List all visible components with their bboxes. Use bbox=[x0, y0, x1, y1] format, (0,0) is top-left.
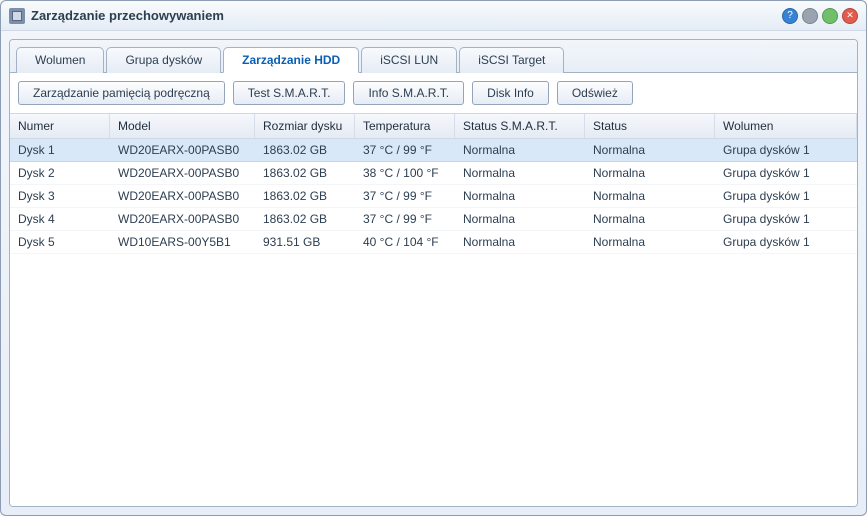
disk-table: Numer Model Rozmiar dysku Temperatura St… bbox=[10, 113, 857, 506]
cell-temp: 38 °C / 100 °F bbox=[355, 162, 455, 184]
table-header: Numer Model Rozmiar dysku Temperatura St… bbox=[10, 113, 857, 139]
cell-smart-status: Normalna bbox=[455, 208, 585, 230]
table-row[interactable]: Dysk 3WD20EARX-00PASB01863.02 GB37 °C / … bbox=[10, 185, 857, 208]
cell-number: Dysk 5 bbox=[10, 231, 110, 253]
cell-temp: 37 °C / 99 °F bbox=[355, 208, 455, 230]
titlebar: Zarządzanie przechowywaniem bbox=[1, 1, 866, 31]
table-row[interactable]: Dysk 5WD10EARS-00Y5B1931.51 GB40 °C / 10… bbox=[10, 231, 857, 254]
storage-manager-window: Zarządzanie przechowywaniem WolumenGrupa… bbox=[0, 0, 867, 516]
cell-number: Dysk 1 bbox=[10, 139, 110, 161]
cell-size: 1863.02 GB bbox=[255, 208, 355, 230]
smart-test-button[interactable]: Test S.M.A.R.T. bbox=[233, 81, 346, 105]
cell-smart-status: Normalna bbox=[455, 139, 585, 161]
cell-temp: 37 °C / 99 °F bbox=[355, 185, 455, 207]
cell-smart-status: Normalna bbox=[455, 162, 585, 184]
col-model[interactable]: Model bbox=[110, 114, 255, 138]
cell-volume: Grupa dysków 1 bbox=[715, 231, 857, 253]
cell-status: Normalna bbox=[585, 208, 715, 230]
cell-size: 1863.02 GB bbox=[255, 185, 355, 207]
col-size[interactable]: Rozmiar dysku bbox=[255, 114, 355, 138]
cell-smart-status: Normalna bbox=[455, 231, 585, 253]
cell-size: 1863.02 GB bbox=[255, 139, 355, 161]
cell-status: Normalna bbox=[585, 231, 715, 253]
tab-2[interactable]: Zarządzanie HDD bbox=[223, 47, 359, 73]
cell-model: WD20EARX-00PASB0 bbox=[110, 162, 255, 184]
cell-model: WD20EARX-00PASB0 bbox=[110, 208, 255, 230]
tabs-container: WolumenGrupa dyskówZarządzanie HDDiSCSI … bbox=[10, 40, 857, 73]
cell-number: Dysk 4 bbox=[10, 208, 110, 230]
tab-4[interactable]: iSCSI Target bbox=[459, 47, 564, 73]
cache-management-button[interactable]: Zarządzanie pamięcią podręczną bbox=[18, 81, 225, 105]
col-temp[interactable]: Temperatura bbox=[355, 114, 455, 138]
cell-volume: Grupa dysków 1 bbox=[715, 139, 857, 161]
cell-model: WD20EARX-00PASB0 bbox=[110, 139, 255, 161]
cell-model: WD10EARS-00Y5B1 bbox=[110, 231, 255, 253]
disk-info-button[interactable]: Disk Info bbox=[472, 81, 549, 105]
cell-status: Normalna bbox=[585, 185, 715, 207]
cell-number: Dysk 3 bbox=[10, 185, 110, 207]
cell-temp: 40 °C / 104 °F bbox=[355, 231, 455, 253]
cell-size: 931.51 GB bbox=[255, 231, 355, 253]
cell-status: Normalna bbox=[585, 139, 715, 161]
cell-volume: Grupa dysków 1 bbox=[715, 185, 857, 207]
cell-status: Normalna bbox=[585, 162, 715, 184]
cell-number: Dysk 2 bbox=[10, 162, 110, 184]
close-button[interactable] bbox=[842, 8, 858, 24]
window-title: Zarządzanie przechowywaniem bbox=[31, 8, 224, 23]
cell-model: WD20EARX-00PASB0 bbox=[110, 185, 255, 207]
table-body: Dysk 1WD20EARX-00PASB01863.02 GB37 °C / … bbox=[10, 139, 857, 506]
tab-1[interactable]: Grupa dysków bbox=[106, 47, 221, 73]
col-number[interactable]: Numer bbox=[10, 114, 110, 138]
maximize-button[interactable] bbox=[822, 8, 838, 24]
tab-0[interactable]: Wolumen bbox=[16, 47, 104, 73]
main-panel: WolumenGrupa dyskówZarządzanie HDDiSCSI … bbox=[9, 39, 858, 507]
table-row[interactable]: Dysk 4WD20EARX-00PASB01863.02 GB37 °C / … bbox=[10, 208, 857, 231]
toolbar: Zarządzanie pamięcią podręczną Test S.M.… bbox=[10, 73, 857, 113]
table-row[interactable]: Dysk 2WD20EARX-00PASB01863.02 GB38 °C / … bbox=[10, 162, 857, 185]
table-row[interactable]: Dysk 1WD20EARX-00PASB01863.02 GB37 °C / … bbox=[10, 139, 857, 162]
refresh-button[interactable]: Odśwież bbox=[557, 81, 633, 105]
cell-smart-status: Normalna bbox=[455, 185, 585, 207]
col-status[interactable]: Status bbox=[585, 114, 715, 138]
smart-info-button[interactable]: Info S.M.A.R.T. bbox=[353, 81, 464, 105]
cell-temp: 37 °C / 99 °F bbox=[355, 139, 455, 161]
minimize-button[interactable] bbox=[802, 8, 818, 24]
help-button[interactable] bbox=[782, 8, 798, 24]
col-volume[interactable]: Wolumen bbox=[715, 114, 857, 138]
window-controls bbox=[782, 8, 858, 24]
app-icon bbox=[9, 8, 25, 24]
col-smart-status[interactable]: Status S.M.A.R.T. bbox=[455, 114, 585, 138]
cell-volume: Grupa dysków 1 bbox=[715, 162, 857, 184]
cell-volume: Grupa dysków 1 bbox=[715, 208, 857, 230]
content-area: WolumenGrupa dyskówZarządzanie HDDiSCSI … bbox=[1, 31, 866, 515]
tab-3[interactable]: iSCSI LUN bbox=[361, 47, 457, 73]
cell-size: 1863.02 GB bbox=[255, 162, 355, 184]
